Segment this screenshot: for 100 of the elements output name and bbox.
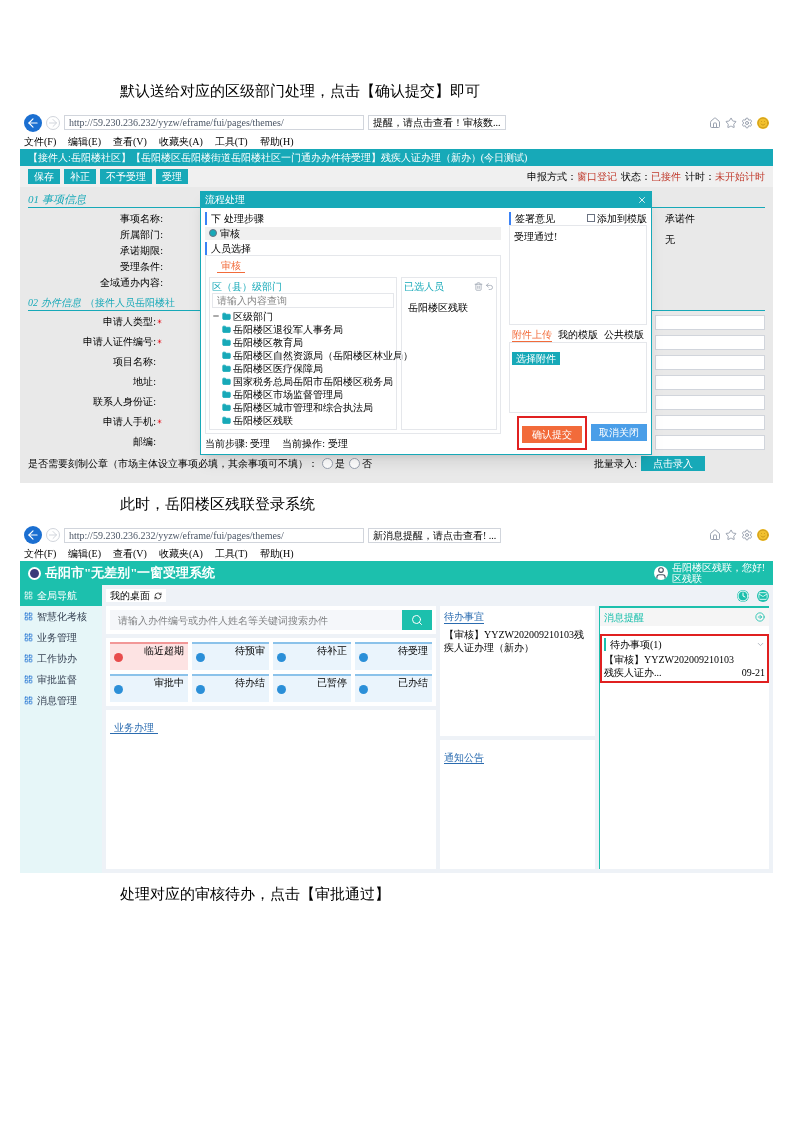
smiley-icon [757,116,769,129]
status-tile[interactable]: 待预审 [191,642,269,670]
refresh-icon[interactable] [154,591,162,600]
system-title: 岳阳市"无差别"一窗受理系统 [45,564,216,583]
tab[interactable]: 我的模版 [558,327,598,342]
field-value: 无 [665,233,676,246]
input-field[interactable] [655,355,765,370]
footer-text: 当前操作: 受理 [282,436,348,450]
tree-item[interactable]: 岳阳楼区城市管理和综合执法局 [233,400,373,414]
opinion-textarea[interactable]: 受理通过! [509,224,647,325]
tree-item[interactable]: 区级部门 [233,309,273,323]
input-field[interactable] [655,415,765,430]
tree-item[interactable]: 岳阳楼区医疗保障局 [233,361,323,375]
star-icon[interactable] [725,529,737,541]
radio-button[interactable] [349,458,360,469]
status-tile[interactable]: 待受理 [354,642,432,670]
message-item[interactable]: 【审核】YYZW202009210103残疾人证办... [604,653,738,679]
star-icon[interactable] [725,116,737,129]
user-greeting: 岳阳楼区残联，您好! [671,562,765,573]
footer-text: 当前步骤: 受理 [205,436,271,450]
chevron-icon[interactable] [756,640,765,649]
clock-icon[interactable] [737,589,749,602]
grid-icon [24,696,33,705]
menu-item[interactable]: 帮助(H) [259,134,294,149]
field-label: 申请人类型: [103,315,156,328]
sidebar-item[interactable]: 审批监督 [20,669,102,690]
tree-item[interactable]: 岳阳楼区退役军人事务局 [233,322,343,336]
home-icon[interactable] [709,116,721,129]
panel-heading: 消息提醒 [604,610,644,624]
forward-icon[interactable] [46,528,60,542]
search-field[interactable]: 请输入内容查询 [212,292,394,308]
status-tile[interactable]: 待补正 [273,642,351,670]
menu-item[interactable]: 文件(F) [24,547,57,561]
close-icon[interactable] [637,194,647,205]
tree-item[interactable]: 岳阳楼区市场监督管理局 [233,387,343,401]
mail-icon[interactable] [757,589,769,602]
input-field[interactable] [655,395,765,410]
browser-tab[interactable]: 提醒，请点击查看！审核数... [368,115,506,130]
status-tile[interactable]: 待办结 [191,674,269,702]
status-tile[interactable]: 已暂停 [273,674,351,702]
browser-tab[interactable]: 新消息提醒，请点击查看! ... [368,527,502,543]
sidebar-item[interactable]: 业务管理 [20,627,102,648]
sidebar-item[interactable]: 消息管理 [20,690,102,711]
checkbox[interactable] [587,214,595,222]
sidebar-item[interactable]: 工作协办 [20,648,102,669]
input-field[interactable] [655,315,765,330]
menu-item[interactable]: 文件(F) [24,134,57,149]
status-text: 状态：已接件 [621,169,681,183]
address-bar[interactable]: http://59.230.236.232/yyzw/eframe/fui/pages/themes/ [64,115,364,130]
menu-item[interactable]: 查看(V) [113,547,147,561]
smiley-icon [757,529,769,541]
settings-icon[interactable] [741,529,753,541]
menu-item[interactable]: 收藏夹(A) [158,134,203,149]
radio-button[interactable] [322,458,333,469]
input-field[interactable] [655,335,765,350]
address-bar[interactable]: http://59.230.236.232/yyzw/eframe/fui/pages/themes/ [64,527,364,543]
menu-item[interactable]: 帮助(H) [259,547,294,561]
tab[interactable]: 我的桌面 [106,589,166,602]
folder-icon [222,402,231,412]
search-field[interactable]: 请输入办件编号或办件人姓名等关键词搜索办件 [110,610,402,630]
input-field[interactable] [655,375,765,390]
field-label: 批量录入: [594,457,637,470]
status-tile[interactable]: 临近超期 [110,642,188,670]
menu-item[interactable]: 工具(T) [214,134,248,149]
caption: 此时，岳阳楼区残联登录系统 [120,493,316,515]
folder-icon [222,363,231,373]
dialog-title: 流程处理 [205,193,245,206]
grid-icon [24,591,33,600]
message-date: 09-21 [741,666,765,679]
input-field[interactable] [655,435,765,450]
trash-icon[interactable] [474,281,483,291]
field-value: 承诺件 [665,212,696,225]
selected-person[interactable]: 岳阳楼区残联 [408,300,494,314]
menu-item[interactable]: 收藏夹(A) [158,547,203,561]
settings-icon[interactable] [741,116,753,129]
back-icon[interactable] [24,526,42,544]
field-label: 事项名称: [120,212,163,225]
radio-button[interactable] [209,229,217,237]
tab[interactable]: 公共模版 [604,327,644,342]
field-label: 联系人身份证: [93,395,156,408]
menu-item[interactable]: 编辑(E) [68,547,101,561]
todo-item[interactable]: 【审核】YYZW202009210103残疾人证办理（新办） [444,628,591,654]
back-icon[interactable] [24,113,42,132]
field-label: 所属部门: [120,228,163,241]
search-icon[interactable] [402,610,432,630]
status-tile[interactable]: 审批中 [110,674,188,702]
grid-icon [24,675,33,684]
menu-item[interactable]: 查看(V) [113,134,147,149]
tree-item[interactable]: 国家税务总局岳阳市岳阳楼区税务局 [233,374,393,388]
tree-item[interactable]: 岳阳楼区残联 [233,413,293,427]
sidebar-item[interactable]: 智慧化考核 [20,606,102,627]
menu-item[interactable]: 工具(T) [214,547,248,561]
collapse-icon[interactable] [212,312,220,320]
user-unit: 区残联 [671,573,702,584]
home-icon[interactable] [709,529,721,541]
message-group[interactable]: 待办事项(1) [604,638,662,651]
undo-icon[interactable] [485,281,494,291]
menu-item[interactable]: 编辑(E) [68,134,101,149]
status-tile[interactable]: 已办结 [354,674,432,702]
tree-item[interactable]: 岳阳楼区教育局 [233,335,303,349]
